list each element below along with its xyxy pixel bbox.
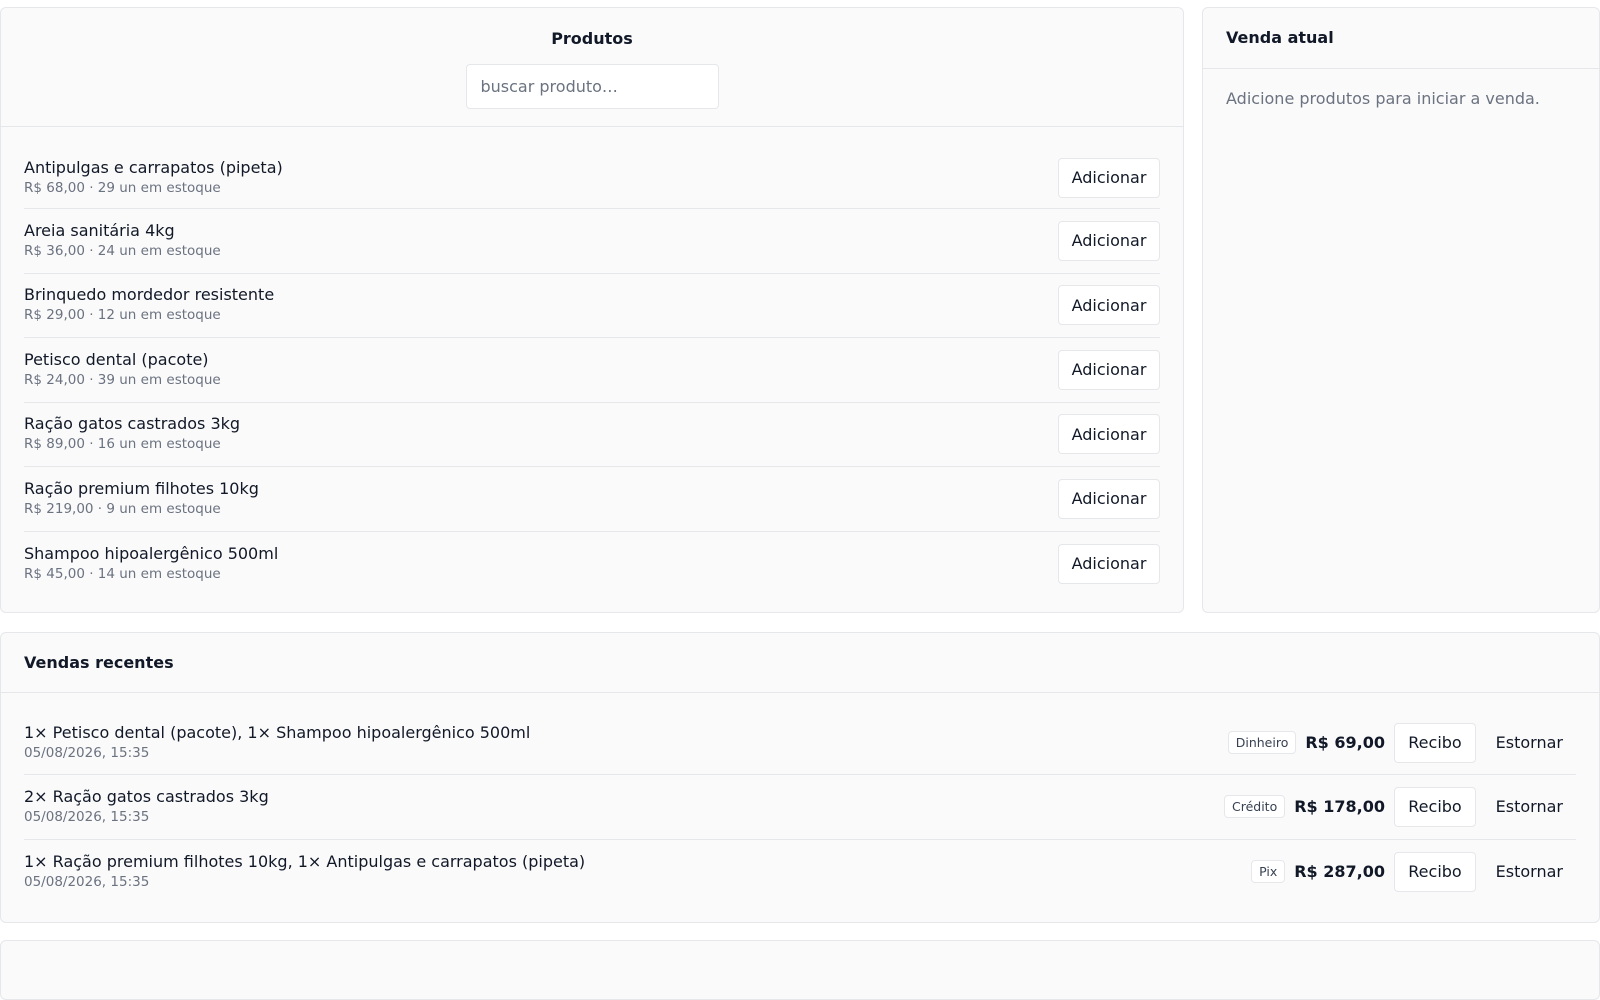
product-name: Brinquedo mordedor resistente: [24, 285, 275, 305]
sale-description: 1× Petisco dental (pacote), 1× Shampoo h…: [24, 722, 531, 742]
sale-description: 1× Ração premium filhotes 10kg, 1× Antip…: [24, 851, 586, 871]
sale-datetime: 05/08/2026, 15:35: [24, 808, 150, 825]
add-product-button[interactable]: Adicionar: [1058, 157, 1160, 198]
product-info: Antipulgas e carrapatos (pipeta) R$ 68,0…: [24, 158, 283, 198]
product-name: Areia sanitária 4kg: [24, 220, 175, 240]
product-name: Petisco dental (pacote): [24, 349, 209, 369]
current-sale-header: Venda atual: [1203, 8, 1599, 69]
product-meta: R$ 89,00 · 16 un em estoque: [24, 436, 221, 453]
current-sale-title: Venda atual: [1226, 28, 1334, 47]
current-sale-panel: Venda atual Adicione produtos para inici…: [1202, 7, 1600, 613]
add-product-button[interactable]: Adicionar: [1058, 220, 1160, 261]
refund-button[interactable]: Estornar: [1476, 723, 1576, 763]
product-meta: R$ 45,00 · 14 un em estoque: [24, 565, 221, 582]
recent-sales-title: Vendas recentes: [24, 653, 174, 672]
recent-sales-panel: Vendas recentes 1× Petisco dental (pacot…: [0, 632, 1600, 923]
bottom-panel: [0, 940, 1600, 1000]
product-meta: R$ 219,00 · 9 un em estoque: [24, 500, 221, 517]
product-search-input[interactable]: [465, 64, 719, 109]
product-info: Ração premium filhotes 10kg R$ 219,00 · …: [24, 479, 259, 519]
product-row: Ração gatos castrados 3kg R$ 89,00 · 16 …: [24, 403, 1160, 467]
product-name: Antipulgas e carrapatos (pipeta): [24, 157, 283, 177]
product-row: Ração premium filhotes 10kg R$ 219,00 · …: [24, 467, 1160, 532]
product-meta: R$ 68,00 · 29 un em estoque: [24, 179, 221, 196]
sale-datetime: 05/08/2026, 15:35: [24, 744, 150, 761]
sale-info: 2× Ração gatos castrados 3kg 05/08/2026,…: [24, 787, 269, 827]
sale-actions: Pix R$ 287,00 Recibo Estornar: [1251, 851, 1576, 892]
product-name: Ração premium filhotes 10kg: [24, 478, 259, 498]
product-meta: R$ 24,00 · 39 un em estoque: [24, 371, 221, 388]
receipt-button[interactable]: Recibo: [1394, 786, 1476, 827]
product-meta: R$ 29,00 · 12 un em estoque: [24, 307, 221, 324]
product-name: Ração gatos castrados 3kg: [24, 414, 241, 434]
product-list: Antipulgas e carrapatos (pipeta) R$ 68,0…: [1, 147, 1183, 596]
add-product-button[interactable]: Adicionar: [1058, 349, 1160, 390]
product-row: Petisco dental (pacote) R$ 24,00 · 39 un…: [24, 338, 1160, 403]
product-info: Ração gatos castrados 3kg R$ 89,00 · 16 …: [24, 414, 240, 454]
receipt-button[interactable]: Recibo: [1394, 722, 1476, 763]
add-product-button[interactable]: Adicionar: [1058, 285, 1160, 326]
sale-info: 1× Ração premium filhotes 10kg, 1× Antip…: [24, 852, 585, 892]
sale-total: R$ 287,00: [1294, 862, 1385, 882]
product-row: Brinquedo mordedor resistente R$ 29,00 ·…: [24, 274, 1160, 338]
sale-row: 2× Ração gatos castrados 3kg 05/08/2026,…: [24, 775, 1576, 840]
product-row: Shampoo hipoalergênico 500ml R$ 45,00 · …: [24, 532, 1160, 597]
receipt-button[interactable]: Recibo: [1394, 851, 1476, 892]
sale-info: 1× Petisco dental (pacote), 1× Shampoo h…: [24, 723, 530, 763]
products-title: Produtos: [551, 29, 633, 48]
recent-sales-header: Vendas recentes: [1, 633, 1599, 693]
product-name: Shampoo hipoalergênico 500ml: [24, 543, 279, 563]
product-row: Antipulgas e carrapatos (pipeta) R$ 68,0…: [24, 147, 1160, 209]
payment-method-badge: Dinheiro: [1227, 731, 1297, 754]
current-sale-empty-message: Adicione produtos para iniciar a venda.: [1226, 89, 1540, 108]
product-info: Brinquedo mordedor resistente R$ 29,00 ·…: [24, 285, 274, 325]
payment-method-badge: Crédito: [1223, 795, 1286, 819]
recent-sales-list: 1× Petisco dental (pacote), 1× Shampoo h…: [1, 711, 1599, 904]
payment-method-badge: Pix: [1251, 860, 1286, 884]
sale-total: R$ 178,00: [1294, 797, 1385, 817]
sale-total: R$ 69,00: [1305, 733, 1385, 752]
sale-actions: Dinheiro R$ 69,00 Recibo Estornar: [1227, 722, 1576, 763]
sale-row: 1× Petisco dental (pacote), 1× Shampoo h…: [24, 711, 1576, 775]
sale-row: 1× Ração premium filhotes 10kg, 1× Antip…: [24, 840, 1576, 905]
add-product-button[interactable]: Adicionar: [1058, 414, 1160, 455]
product-info: Petisco dental (pacote) R$ 24,00 · 39 un…: [24, 350, 221, 390]
products-header: Produtos: [1, 8, 1183, 127]
refund-button[interactable]: Estornar: [1476, 787, 1576, 827]
product-info: Shampoo hipoalergênico 500ml R$ 45,00 · …: [24, 544, 278, 584]
product-meta: R$ 36,00 · 24 un em estoque: [24, 242, 221, 259]
sale-actions: Crédito R$ 178,00 Recibo Estornar: [1223, 786, 1576, 827]
sale-description: 2× Ração gatos castrados 3kg: [24, 786, 269, 806]
sale-datetime: 05/08/2026, 15:35: [24, 873, 150, 890]
add-product-button[interactable]: Adicionar: [1058, 478, 1160, 519]
refund-button[interactable]: Estornar: [1476, 852, 1576, 892]
product-info: Areia sanitária 4kg R$ 36,00 · 24 un em …: [24, 221, 221, 261]
add-product-button[interactable]: Adicionar: [1058, 543, 1160, 584]
product-row: Areia sanitária 4kg R$ 36,00 · 24 un em …: [24, 209, 1160, 274]
products-panel: Produtos Antipulgas e carrapatos (pipeta…: [0, 7, 1184, 613]
